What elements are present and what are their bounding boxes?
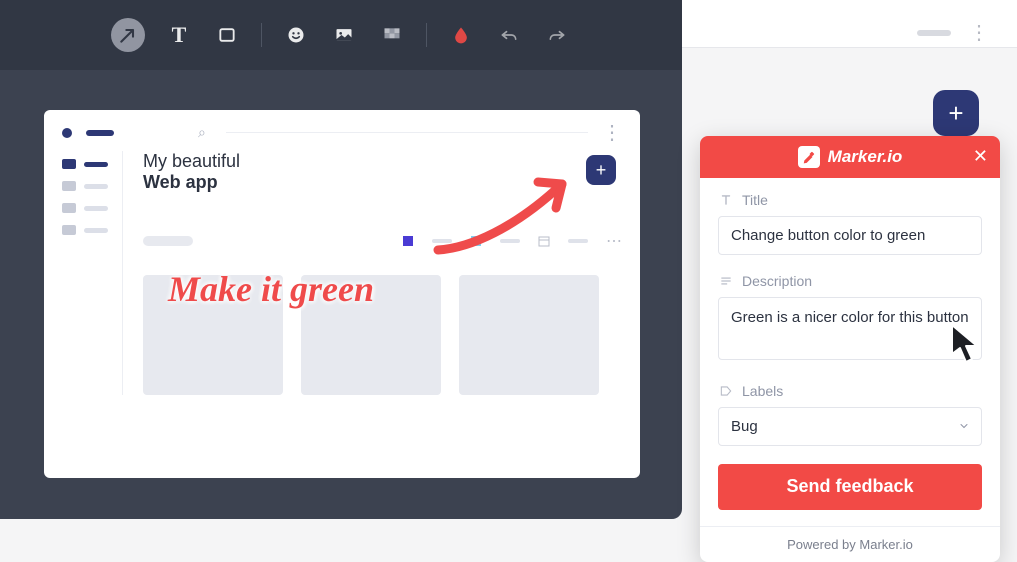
- description-label: Description: [718, 273, 982, 289]
- emoji-icon: [286, 25, 306, 45]
- text-tool-button[interactable]: T: [165, 21, 193, 49]
- mock-header: ⌕ ⋮: [62, 124, 622, 141]
- panel-body: Title Description Labels Bug Send feedba…: [700, 178, 1000, 526]
- sidebar-item: [62, 181, 122, 191]
- mock-meta-icons: ⋯: [402, 231, 622, 251]
- redo-button[interactable]: [543, 21, 571, 49]
- blur-tool-button[interactable]: [378, 21, 406, 49]
- title-icon: [718, 192, 734, 208]
- more-icon: ⋮: [602, 128, 622, 138]
- mock-cards: [143, 275, 622, 395]
- mock-title-line2: Web app: [143, 172, 622, 193]
- mock-logo-dash: [86, 130, 114, 136]
- mock-title-line1: My beautiful: [143, 151, 622, 172]
- plus-icon: +: [948, 98, 963, 129]
- mock-sidebar: [62, 151, 122, 395]
- labels-label-text: Labels: [742, 383, 783, 399]
- mock-search-line: [226, 132, 588, 133]
- mock-pill: [143, 236, 193, 246]
- undo-button[interactable]: [495, 21, 523, 49]
- mock-meta-row: ⋯: [143, 231, 622, 251]
- labels-icon: [718, 383, 734, 399]
- panel-header: Marker.io ✕: [700, 136, 1000, 178]
- mock-card: [301, 275, 441, 395]
- brand-icon: [798, 146, 820, 168]
- toolbar-separator: [261, 23, 262, 47]
- description-label-text: Description: [742, 273, 812, 289]
- mock-main: My beautiful Web app + ⋯: [122, 151, 622, 395]
- brand-name: Marker.io: [828, 147, 903, 167]
- description-input[interactable]: [718, 297, 982, 360]
- title-label-text: Title: [742, 192, 768, 208]
- blur-icon: [382, 25, 402, 45]
- sidebar-item: [62, 159, 122, 169]
- emoji-tool-button[interactable]: [282, 21, 310, 49]
- search-icon: ⌕: [198, 124, 206, 141]
- rectangle-tool-button[interactable]: [213, 21, 241, 49]
- send-feedback-button[interactable]: Send feedback: [718, 464, 982, 510]
- feedback-launch-button[interactable]: +: [933, 90, 979, 136]
- panel-close-button[interactable]: ✕: [973, 146, 988, 167]
- sidebar-item: [62, 203, 122, 213]
- redo-icon: [547, 25, 567, 45]
- topbar-more-icon[interactable]: ⋮: [969, 20, 989, 45]
- plus-icon: +: [596, 160, 607, 181]
- labels-label: Labels: [718, 383, 982, 399]
- panel-footer: Powered by Marker.io: [700, 526, 1000, 562]
- mock-logo-dot: [62, 128, 72, 138]
- title-label: Title: [718, 192, 982, 208]
- brand: Marker.io: [798, 146, 903, 168]
- sidebar-item: [62, 225, 122, 235]
- color-tool-button[interactable]: [447, 21, 475, 49]
- undo-icon: [499, 25, 519, 45]
- annotation-toolbar: T: [0, 0, 682, 70]
- toolbar-separator: [426, 23, 427, 47]
- mock-card: [459, 275, 599, 395]
- rectangle-icon: [217, 25, 237, 45]
- page-topbar: ⋮: [682, 0, 1017, 48]
- description-icon: [718, 273, 734, 289]
- topbar-placeholder: [917, 30, 951, 36]
- labels-select[interactable]: Bug: [718, 407, 982, 446]
- arrow-tool-button[interactable]: [111, 18, 145, 52]
- annotation-canvas-frame: T ⌕: [0, 0, 682, 519]
- title-input[interactable]: [718, 216, 982, 255]
- arrow-icon: [118, 25, 138, 45]
- image-icon: [334, 25, 354, 45]
- drop-icon: [451, 25, 471, 45]
- mock-add-button: +: [586, 155, 616, 185]
- mock-card: [143, 275, 283, 395]
- feedback-panel: Marker.io ✕ Title Description Labels Bug: [700, 136, 1000, 562]
- image-tool-button[interactable]: [330, 21, 358, 49]
- screenshot-canvas[interactable]: ⌕ ⋮ My beautiful Web app +: [44, 110, 640, 478]
